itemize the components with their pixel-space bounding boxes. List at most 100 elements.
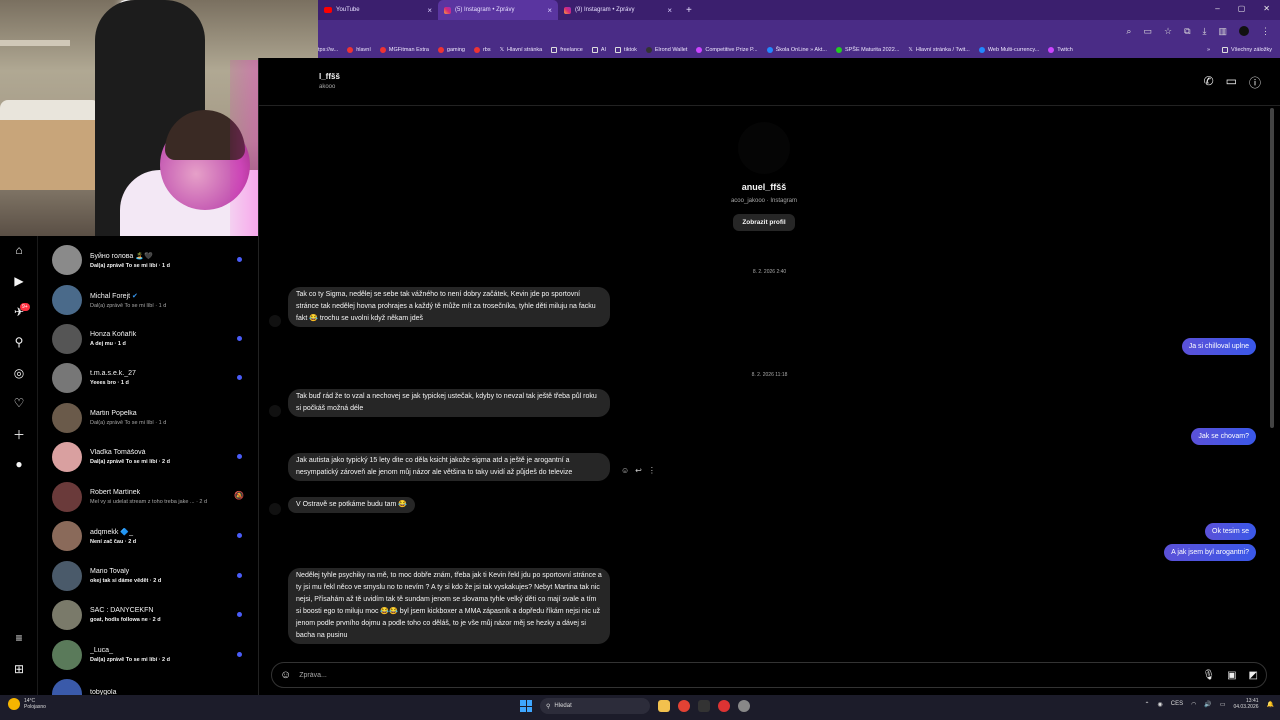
download-icon[interactable]: ⤓ — [1203, 26, 1207, 37]
image-icon[interactable]: ▣ — [1227, 670, 1236, 681]
windows-start-icon[interactable] — [520, 700, 532, 712]
lang-indicator[interactable]: CES — [1171, 701, 1183, 707]
tab-instagram-5[interactable]: (5) Instagram • Zprávy × — [438, 0, 558, 20]
message-incoming[interactable]: Nedělej tyhle psychiky na mě, to moc dob… — [288, 568, 610, 644]
star-icon[interactable]: ☆ — [1164, 26, 1172, 37]
bookmark-item[interactable]: rbs — [473, 47, 491, 53]
apps-icon[interactable]: ⊞ — [11, 661, 27, 677]
info-icon[interactable]: ⓘ — [1249, 74, 1261, 91]
message-outgoing[interactable]: Ja si chillоval uplne — [1181, 338, 1256, 355]
site-icon — [696, 47, 703, 53]
video-icon[interactable]: ▭ — [1226, 74, 1237, 91]
clock[interactable]: 13:41 04.03.2026 — [1233, 698, 1258, 710]
unread-dot — [237, 652, 242, 657]
weather-icon — [8, 698, 20, 710]
conversation-item[interactable]: Robert Martínek Mel vy si udelat stream z… — [52, 479, 252, 515]
youtube-icon — [379, 47, 386, 53]
conversation-item[interactable]: adqmekk 🔷_ Není zač čau · 2 d — [52, 518, 252, 554]
profile-avatar[interactable] — [1239, 26, 1249, 36]
conversation-item[interactable]: Michal Forejt ✔ Dal(a) zprávě To se mi lí… — [52, 282, 252, 318]
bookmark-folder[interactable]: AI — [591, 47, 606, 53]
bookmark-item[interactable]: gaming — [437, 47, 465, 53]
conversation-item[interactable]: Honza Koňařík A dej mu · 1 d — [52, 321, 252, 357]
taskbar-search[interactable]: ⚲ Hledat — [540, 698, 650, 714]
battery-icon[interactable]: ▭ — [1220, 701, 1226, 708]
chevron-up-icon[interactable]: ⌃ — [1144, 701, 1149, 708]
conversation-item[interactable]: Буйно голова 🏝️🖤 Dal(a) zprávě To se mi l… — [52, 242, 252, 278]
all-bookmarks-folder[interactable]: Všechny záložky — [1222, 47, 1272, 53]
home-icon[interactable]: ⌂ — [11, 242, 27, 258]
weather-widget[interactable]: 14°C Polojasno — [8, 698, 46, 710]
conversation-item[interactable]: tobygola — [52, 676, 252, 695]
cast-icon[interactable]: ▭ — [1143, 26, 1152, 37]
conversation-item[interactable]: Martin Popelka Dal(a) zprávě To se mi líb… — [52, 400, 252, 436]
microphone-icon[interactable]: 🎙 — [1202, 670, 1215, 681]
conversation-item[interactable]: Mario Tovaly okej tak si dáme vědět · 2 d — [52, 558, 252, 594]
maximize-button[interactable]: ▢ — [1238, 4, 1246, 13]
close-window-button[interactable]: ✕ — [1263, 4, 1270, 13]
bookmark-item[interactable]: Web Multi-currency... — [978, 47, 1039, 53]
tab-instagram-9[interactable]: (9) Instagram • Zprávy × — [558, 0, 678, 20]
minimize-button[interactable]: – — [1215, 4, 1219, 13]
bookmark-item[interactable]: 𝕏 Hlavní stránka — [500, 47, 543, 53]
settings-icon[interactable] — [738, 700, 750, 712]
message-incoming[interactable]: Jak autista jako typický 15 lety dite co… — [288, 453, 610, 481]
close-icon[interactable]: × — [667, 6, 672, 15]
message-outgoing[interactable]: A jak jsem byl arogantni? — [1164, 544, 1256, 561]
emoji-icon[interactable]: ☺ — [280, 669, 291, 681]
heart-icon[interactable]: ♡ — [11, 395, 27, 411]
app-icon[interactable] — [718, 700, 730, 712]
message-outgoing[interactable]: Jak se chovam? — [1191, 428, 1256, 445]
sticker-icon[interactable]: ◩ — [1249, 670, 1258, 681]
close-icon[interactable]: × — [427, 6, 432, 15]
chat-title[interactable]: l_ffšš — [319, 72, 340, 81]
message-incoming[interactable]: Tak buď rád že to vzal a nechovej se jak… — [288, 389, 610, 417]
bookmark-folder[interactable]: tiktok — [615, 47, 637, 53]
phone-icon[interactable]: ✆ — [1204, 74, 1214, 91]
new-tab-button[interactable]: + — [686, 5, 692, 16]
message-incoming[interactable]: V Ostravě se potkáme budu tam 😂 — [288, 497, 416, 513]
message-outgoing[interactable]: Ok tesim se — [1205, 523, 1256, 540]
reply-icon[interactable]: ↩ — [635, 466, 642, 475]
bookmark-item[interactable]: hlavní — [347, 47, 371, 53]
chrome-icon[interactable] — [678, 700, 690, 712]
extensions-icon[interactable]: ⧉ — [1184, 26, 1190, 37]
message-incoming[interactable]: Tak co ty Sigma, nedělej se sebe tak váž… — [288, 287, 610, 327]
conversation-item[interactable]: Vlaďka Tomášová Dal(a) zprávě To se mi lí… — [52, 439, 252, 475]
message-input[interactable] — [299, 671, 1100, 679]
close-icon[interactable]: × — [547, 6, 552, 15]
search-icon[interactable]: ⚲ — [11, 334, 27, 350]
bookmark-item[interactable]: SPŠE Maturita 2022... — [835, 47, 899, 53]
view-profile-button[interactable]: Zobrazit profil — [733, 214, 795, 231]
explore-icon[interactable]: ◎ — [11, 365, 27, 381]
more-bookmarks-icon[interactable]: » — [1207, 47, 1210, 53]
more-options-icon[interactable]: ⋮ — [648, 466, 656, 475]
app-tray-icon[interactable]: ◉ — [1157, 701, 1162, 708]
conversation-item[interactable]: t.m.a.s.e.k._27 Yeees bro · 1 d — [52, 360, 252, 396]
scrollbar[interactable] — [1270, 108, 1274, 428]
conversation-item[interactable]: SAC : DANYCEKFN goat, hodis followa ne · … — [52, 597, 252, 633]
volume-icon[interactable]: 🔊 — [1204, 701, 1211, 708]
conversation-item[interactable]: _Luca_ Dal(a) zprávě To se mi líbí · 2 d — [52, 637, 252, 673]
menu-icon[interactable]: ⋮ — [1261, 26, 1270, 37]
create-icon[interactable]: ＋ — [11, 426, 27, 442]
bookmark-item[interactable]: Competitive Prize P... — [696, 47, 758, 53]
bookmark-item[interactable]: Twitch — [1048, 47, 1073, 53]
bookmark-item[interactable]: Elrond Wallet — [645, 47, 687, 53]
sidebar-icon[interactable]: ▥ — [1218, 26, 1227, 37]
profile-icon[interactable]: ● — [11, 456, 27, 472]
notification-icon[interactable]: 🔔 — [1267, 701, 1274, 708]
bookmark-folder[interactable]: freelance — [551, 47, 583, 53]
bookmark-item[interactable]: 𝕏 Hlavní stránka / Twit... — [908, 47, 969, 53]
bookmark-item[interactable]: MGFitman Extra — [379, 47, 429, 53]
tab-youtube[interactable]: YouTube × — [318, 0, 438, 20]
zoom-icon[interactable]: ⌕ — [1126, 26, 1131, 37]
reels-icon[interactable]: ▶ — [11, 273, 27, 289]
file-explorer-icon[interactable] — [658, 700, 670, 712]
wifi-icon[interactable]: ◠ — [1191, 701, 1196, 708]
app-icon[interactable] — [698, 700, 710, 712]
more-menu-icon[interactable]: ≡ — [11, 630, 27, 646]
bookmark-item[interactable]: Škola OnLine » Akt... — [766, 47, 827, 53]
bookmark-item[interactable]: tps://w... — [318, 47, 338, 53]
emoji-react-icon[interactable]: ☺ — [621, 466, 629, 475]
